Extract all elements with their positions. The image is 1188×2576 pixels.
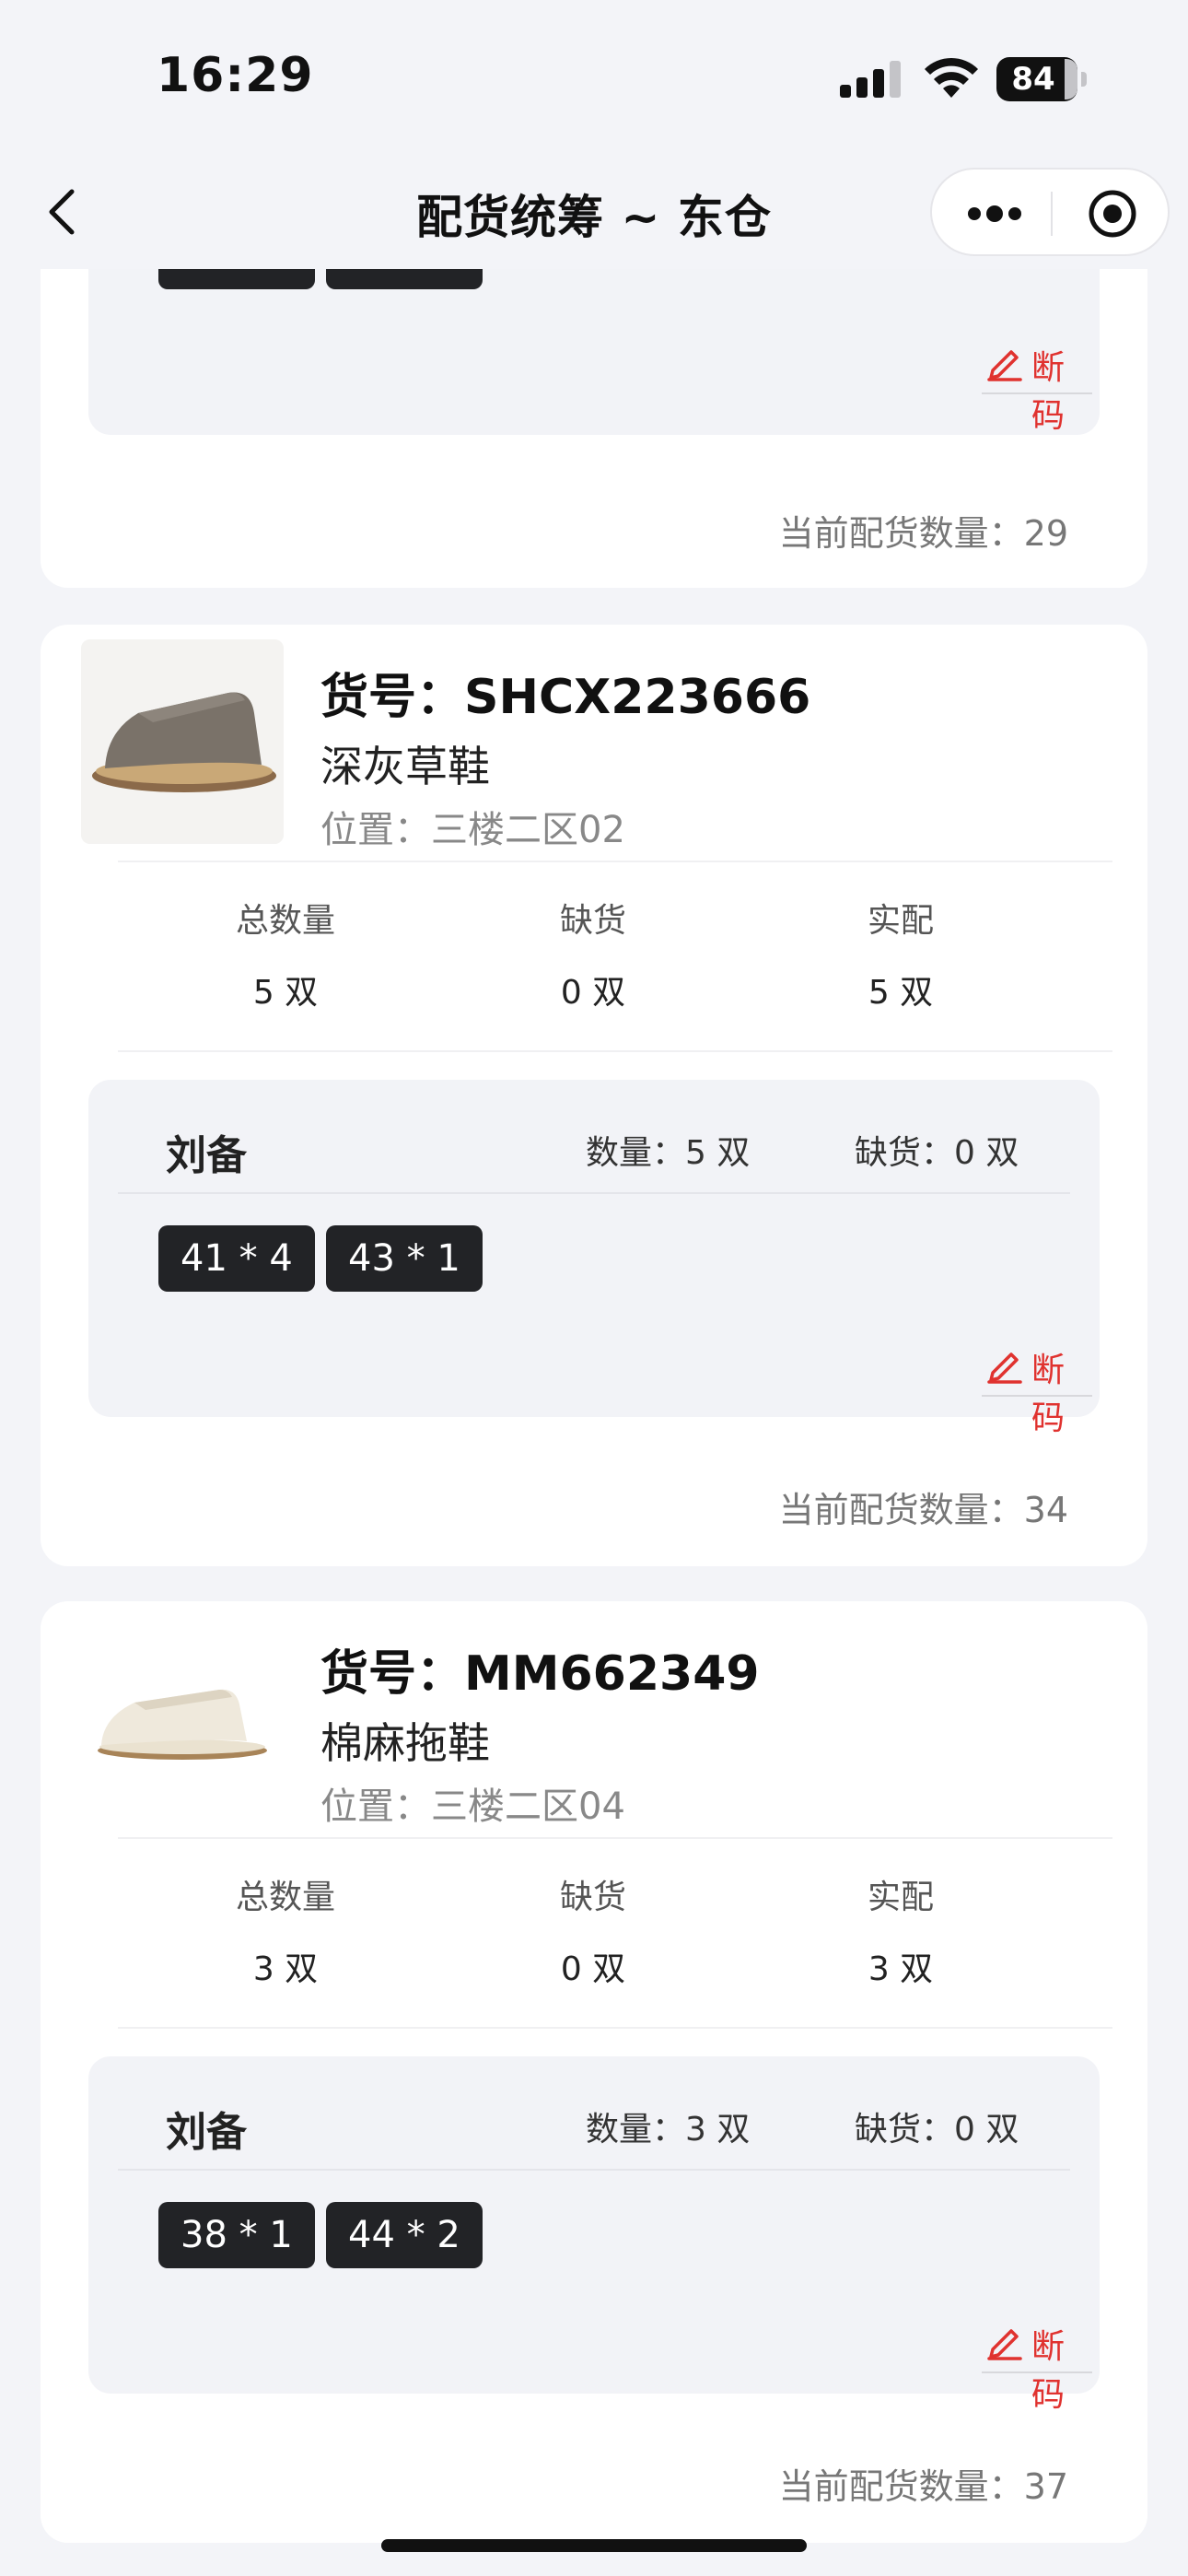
stat-shortage-label: 缺货 <box>559 902 626 940</box>
stat-shortage: 缺货 0 双 <box>455 1870 731 1990</box>
cellular-signal-icon <box>840 61 901 98</box>
battery-level: 84 <box>1011 61 1055 98</box>
edit-pencil-icon <box>987 350 1022 381</box>
size-tag: 38 * 1 <box>158 2202 315 2268</box>
close-target-icon[interactable] <box>1087 188 1138 240</box>
stat-actual-label: 实配 <box>867 902 934 940</box>
stat-total: 总数量 3 双 <box>147 1870 424 1990</box>
size-tag: 41 * 4 <box>158 1225 315 1292</box>
stat-total: 总数量 5 双 <box>147 894 424 1013</box>
divider <box>118 2169 1070 2171</box>
stat-shortage-value: 0 双 <box>560 1950 626 1988</box>
allocation-shortage: 缺货：0 双 <box>855 2111 1019 2149</box>
allocation-store-name: 刘备 <box>166 2109 247 2156</box>
capsule-divider <box>1051 192 1053 236</box>
stat-total-label: 总数量 <box>235 902 335 940</box>
allocation-panel: 38 * 3 39 * 3 断码 <box>88 269 1100 435</box>
product-code: 货号：SHCX223666 <box>320 670 811 725</box>
size-tag: 38 * 3 <box>158 269 315 289</box>
stat-actual: 实配 3 双 <box>763 1870 1039 1990</box>
divider <box>118 861 1112 862</box>
edit-pencil-icon <box>987 1352 1022 1384</box>
content-scroll-area[interactable]: 38 * 3 39 * 3 断码 当前配货数量：29 货号：SHCX223666 <box>0 269 1188 2576</box>
stat-total-label: 总数量 <box>235 1879 335 1916</box>
stat-actual-value: 3 双 <box>868 1950 934 1988</box>
stat-shortage-label: 缺货 <box>559 1879 626 1916</box>
stat-shortage-value: 0 双 <box>560 974 626 1012</box>
current-alloc-count: 当前配货数量：37 <box>778 2466 1068 2507</box>
break-code-label: 断码 <box>1031 349 1066 435</box>
product-card: 货号：MM662349 棉麻拖鞋 位置：三楼二区04 总数量 3 双 缺货 0 … <box>41 1601 1147 2543</box>
mini-program-capsule <box>930 168 1170 256</box>
current-alloc-count: 当前配货数量：29 <box>778 513 1068 554</box>
allocation-qty: 数量：5 双 <box>586 1134 751 1172</box>
stat-shortage: 缺货 0 双 <box>455 894 731 1013</box>
product-image <box>81 1616 284 1821</box>
product-location: 位置：三楼二区04 <box>320 1786 625 1828</box>
stat-actual-label: 实配 <box>867 1879 934 1916</box>
break-code-label: 断码 <box>1031 1352 1066 1437</box>
battery-icon: 84 <box>996 57 1087 101</box>
divider <box>118 1192 1070 1194</box>
divider <box>118 1050 1112 1052</box>
product-name: 棉麻拖鞋 <box>320 1718 490 1768</box>
break-code-button[interactable]: 断码 <box>982 339 1092 435</box>
status-time: 16:29 <box>157 48 314 103</box>
current-alloc-count: 当前配货数量：34 <box>778 1490 1068 1530</box>
allocation-qty: 数量：3 双 <box>586 2111 751 2149</box>
stat-actual: 实配 5 双 <box>763 894 1039 1013</box>
product-card: 38 * 3 39 * 3 断码 当前配货数量：29 <box>41 269 1147 588</box>
edit-pencil-icon <box>987 2329 1022 2360</box>
nav-bar: 配货统筹 ~ 东仓 <box>0 157 1188 269</box>
product-code: 货号：MM662349 <box>320 1646 760 1702</box>
home-indicator[interactable] <box>381 2539 807 2552</box>
status-bar: 16:29 84 <box>0 0 1188 157</box>
more-icon[interactable] <box>965 197 1024 230</box>
divider <box>118 2027 1112 2029</box>
stat-total-value: 5 双 <box>252 974 319 1012</box>
slipper-image-icon <box>81 639 284 844</box>
size-tag: 44 * 2 <box>326 2202 483 2268</box>
product-name: 深灰草鞋 <box>320 742 490 791</box>
break-code-label: 断码 <box>1031 2328 1066 2414</box>
divider <box>118 1837 1112 1839</box>
allocation-store-name: 刘备 <box>166 1132 247 1179</box>
product-location: 位置：三楼二区02 <box>320 809 625 851</box>
stat-actual-value: 5 双 <box>868 974 934 1012</box>
allocation-panel: 刘备 数量：3 双 缺货：0 双 38 * 1 44 * 2 断码 <box>88 2056 1100 2414</box>
size-tag: 43 * 1 <box>326 1225 483 1292</box>
size-tag: 39 * 3 <box>326 269 483 289</box>
break-code-button[interactable]: 断码 <box>982 1341 1092 1437</box>
stat-total-value: 3 双 <box>252 1950 319 1988</box>
wifi-icon <box>925 57 978 98</box>
product-image <box>81 639 284 844</box>
slipper-image-icon <box>81 1616 284 1821</box>
allocation-panel: 刘备 数量：5 双 缺货：0 双 41 * 4 43 * 1 断码 <box>88 1080 1100 1437</box>
break-code-button[interactable]: 断码 <box>982 2318 1092 2414</box>
product-card: 货号：SHCX223666 深灰草鞋 位置：三楼二区02 总数量 5 双 缺货 … <box>41 625 1147 1566</box>
allocation-shortage: 缺货：0 双 <box>855 1134 1019 1172</box>
